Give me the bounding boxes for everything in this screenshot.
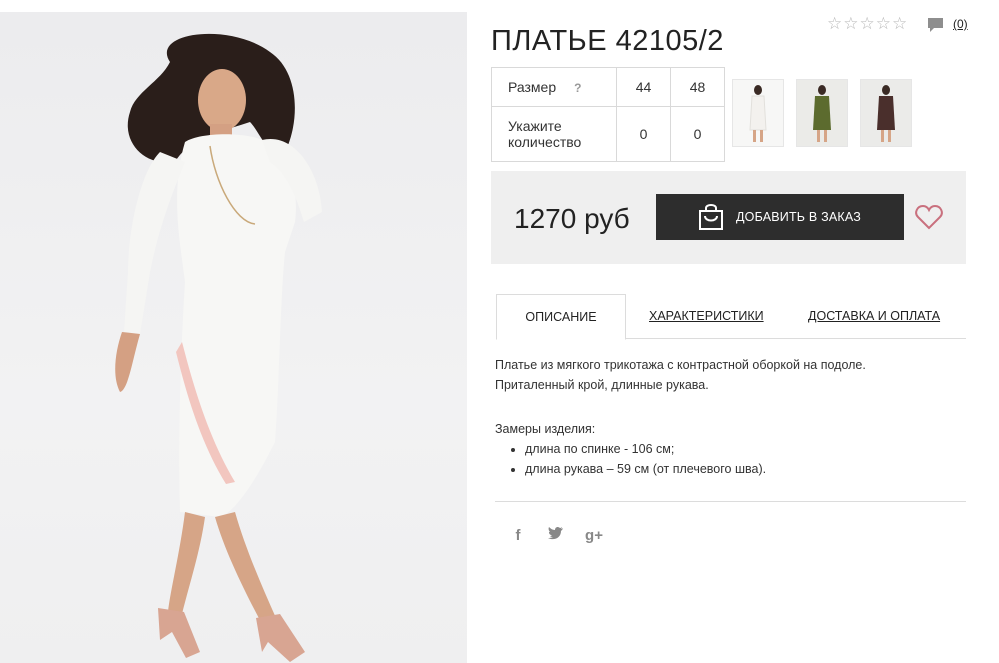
facebook-icon[interactable]: f xyxy=(509,527,527,544)
list-item: длина по спинке - 106 см; xyxy=(525,439,866,459)
social-share: f g+ xyxy=(509,526,603,544)
quantity-input-48[interactable]: 0 xyxy=(670,106,725,162)
description-line: Платье из мягкого трикотажа с контрастно… xyxy=(495,358,866,372)
twitter-icon[interactable] xyxy=(547,526,565,544)
star-icon[interactable]: ☆ xyxy=(843,15,858,32)
size-label-cell: Размер? xyxy=(491,67,617,107)
comment-icon[interactable] xyxy=(927,17,944,38)
size-option-44[interactable]: 44 xyxy=(616,67,671,107)
comments-count-link[interactable]: (0) xyxy=(953,17,968,31)
heart-icon[interactable] xyxy=(915,204,943,235)
measurements-list: длина по спинке - 106 см; длина рукава –… xyxy=(495,439,866,479)
list-item: длина рукава – 59 см (от плечевого шва). xyxy=(525,459,866,479)
quantity-label-cell: Укажите количество xyxy=(491,106,617,162)
shopping-bag-icon xyxy=(698,202,724,233)
star-icon[interactable]: ☆ xyxy=(860,15,875,32)
size-help-icon[interactable]: ? xyxy=(574,81,581,95)
product-title: ПЛАТЬЕ 42105/2 xyxy=(491,25,724,58)
quantity-label-line2: количество xyxy=(508,134,582,150)
quantity-label-line1: Укажите xyxy=(508,118,562,134)
color-thumbnails xyxy=(732,79,912,147)
size-label: Размер xyxy=(508,79,557,95)
tab-characteristics[interactable]: ХАРАКТЕРИСТИКИ xyxy=(649,294,764,338)
brown-dress-thumbnail[interactable] xyxy=(860,79,912,147)
section-divider xyxy=(495,501,966,502)
rating-stars[interactable]: ☆ ☆ ☆ ☆ ☆ xyxy=(827,15,907,32)
size-quantity-table: Размер? 44 48 Укажите количество 0 0 xyxy=(491,67,725,162)
add-to-order-label: ДОБАВИТЬ В ЗАКАЗ xyxy=(736,210,862,224)
price-box: 1270 руб ДОБАВИТЬ В ЗАКАЗ xyxy=(491,171,966,264)
google-plus-icon[interactable]: g+ xyxy=(585,527,603,544)
description-line: Приталенный крой, длинные рукава. xyxy=(495,378,709,392)
star-icon[interactable]: ☆ xyxy=(892,15,907,32)
model-in-white-dress-illustration xyxy=(115,33,322,662)
tab-delivery-payment[interactable]: ДОСТАВКА И ОПЛАТА xyxy=(808,294,940,338)
white-dress-thumbnail[interactable] xyxy=(732,79,784,147)
star-icon[interactable]: ☆ xyxy=(827,15,842,32)
size-option-48[interactable]: 48 xyxy=(670,67,725,107)
star-icon[interactable]: ☆ xyxy=(876,15,891,32)
product-description: Платье из мягкого трикотажа с контрастно… xyxy=(495,355,866,479)
product-info-panel: ПЛАТЬЕ 42105/2 ☆ ☆ ☆ ☆ ☆ (0) Размер? 44 … xyxy=(491,0,968,663)
add-to-order-button[interactable]: ДОБАВИТЬ В ЗАКАЗ xyxy=(656,194,904,240)
green-dress-thumbnail[interactable] xyxy=(796,79,848,147)
quantity-input-44[interactable]: 0 xyxy=(616,106,671,162)
tab-description[interactable]: ОПИСАНИЕ xyxy=(496,294,626,340)
product-main-image[interactable] xyxy=(0,12,467,663)
measurements-title: Замеры изделия: xyxy=(495,422,596,436)
product-tabs: ОПИСАНИЕ ХАРАКТЕРИСТИКИ ДОСТАВКА И ОПЛАТ… xyxy=(496,294,966,340)
price: 1270 руб xyxy=(514,203,630,234)
